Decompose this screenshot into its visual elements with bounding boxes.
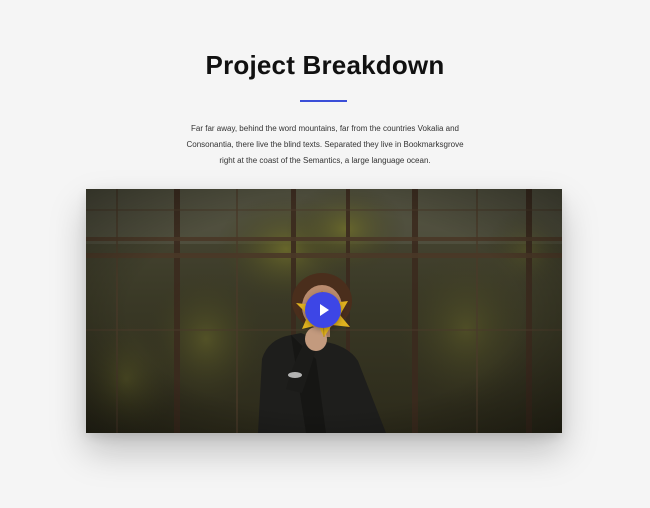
section-description: Far far away, behind the word mountains,… [185,121,465,169]
play-button[interactable] [305,292,341,328]
description-line-1: Far far away, behind the word mountains,… [191,124,459,133]
description-line-3: right at the coast of the Semantics, a l… [219,156,431,165]
play-icon [320,304,329,316]
project-breakdown-section: Project Breakdown Far far away, behind t… [0,0,650,508]
description-line-2: Consonantia, there live the blind texts.… [186,140,464,149]
section-title: Project Breakdown [205,50,445,80]
title-divider [300,100,347,102]
